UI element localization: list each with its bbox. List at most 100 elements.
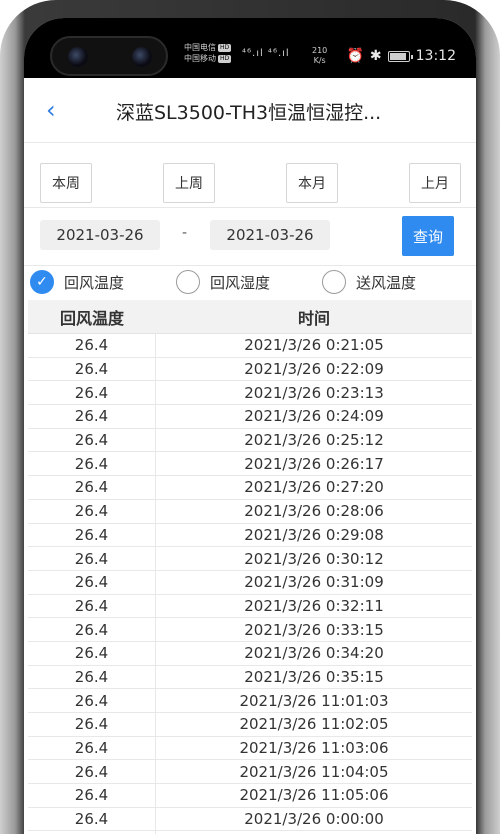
cell-time: 2021/3/26 0:30:12 (244, 549, 384, 568)
table-row: 26.4 2021/3/26 0:32:11 (28, 594, 472, 619)
cell-value: 26.4 (28, 665, 156, 689)
this-month-button[interactable]: 本月 (286, 163, 338, 203)
table-row: 26.4 2021/3/26 0:00:00 (28, 807, 472, 832)
cell-value: 26.4 (28, 570, 156, 594)
hd-badge: HD (218, 43, 232, 52)
cell-value: 26.4 (28, 594, 156, 618)
option-supply-air-temp[interactable]: 送风温度 (322, 270, 416, 294)
cell-value: 26.4 (28, 428, 156, 452)
period-selector: 本周 上周 本月 上月 (24, 142, 476, 208)
option-return-air-temp[interactable]: ✓ 回风温度 (30, 270, 124, 294)
data-table: 回风温度 时间 26.4 2021/3/26 0:21:05 26.4 2021/3/… (28, 300, 472, 834)
status-right: ⏰ ✱ 13:12 (346, 48, 456, 64)
cell-value: 26.4 (28, 784, 156, 807)
option-return-air-humidity[interactable]: 回风湿度 (176, 270, 270, 294)
this-week-button[interactable]: 本周 (40, 163, 92, 203)
cell-value: 26.4 (28, 760, 156, 784)
parameter-options: ✓ 回风温度 回风湿度 送风温度 (24, 266, 476, 300)
status-bar: 中国电信 HD 中国移动 HD ⁴⁶.ıl ⁴⁶.ıl 210 K/s ⏰ ✱ 13… (24, 18, 476, 78)
table-row: 26.4 2021/3/26 0:29:08 (28, 523, 472, 548)
table-row: 26.4 2021/3/26 0:26:17 (28, 452, 472, 477)
cell-value: 26.4 (28, 807, 156, 831)
option-label: 回风温度 (64, 273, 125, 292)
cell-time: 2021/3/26 0:21:05 (244, 336, 384, 355)
table-row: 26.4 2021/3/26 0:24:09 (28, 405, 472, 429)
date-range: 2021-03-26 - 2021-03-26 查询 (24, 208, 476, 266)
alarm-icon: ⏰ (346, 48, 364, 64)
cell-value: 26.4 (28, 618, 156, 641)
cell-time: 2021/3/26 0:22:09 (244, 360, 384, 379)
table-header: 回风温度 时间 (28, 300, 472, 334)
last-week-button[interactable]: 上周 (163, 163, 215, 203)
camera-lens-icon (68, 47, 88, 67)
query-button[interactable]: 查询 (402, 216, 454, 256)
camera-lens-icon (132, 47, 152, 67)
cell-time: 2021/3/26 0:25:12 (244, 431, 384, 450)
cell-time: 2021/3/26 0:24:09 (244, 407, 384, 426)
cell-time: 2021/3/26 0:26:17 (244, 454, 384, 473)
page-title: 深蓝SL3500-TH3恒温恒湿控... (116, 102, 382, 124)
start-date-field[interactable]: 2021-03-26 (40, 220, 160, 250)
table-row: 26.4 2021/3/26 0:23:13 (28, 381, 472, 406)
table-row: 26.4 2021/3/26 0:28:06 (28, 499, 472, 524)
radio-icon[interactable] (176, 270, 200, 294)
cell-value: 26.4 (28, 523, 156, 547)
check-icon[interactable]: ✓ (30, 270, 54, 294)
cell-time: 2021/3/26 0:23:13 (244, 383, 384, 402)
carrier-name: 中国移动 (184, 54, 216, 63)
table-row: 26.4 2021/3/26 0:34:20 (28, 641, 472, 666)
cell-value: 26.4 (28, 476, 156, 499)
carrier-name: 中国电信 (184, 43, 216, 52)
table-row: 26.4 2021/3/26 11:05:06 (28, 784, 472, 808)
table-row: 26.4 2021/3/26 0:25:12 (28, 428, 472, 453)
cell-value: 26.4 (28, 405, 156, 428)
cell-value: 26.4 (28, 713, 156, 736)
cell-value: 26.4 (28, 547, 156, 570)
cell-time: 2021/3/26 0:28:06 (244, 502, 384, 521)
cell-time: 2021/3/26 11:03:06 (239, 739, 389, 758)
cell-time: 2021/3/26 11:02:05 (239, 715, 389, 734)
option-label: 送风温度 (356, 273, 417, 292)
cell-value: 26.4 (28, 357, 156, 381)
battery-icon (387, 50, 413, 62)
cell-time: 2021/3/26 11:04:05 (239, 762, 389, 781)
radio-icon[interactable] (322, 270, 346, 294)
date-separator: - (182, 225, 188, 241)
table-body: 26.4 2021/3/26 0:21:05 26.4 2021/3/26 0:22:… (28, 334, 472, 834)
cell-value: 26.4 (28, 641, 156, 665)
table-row: 26.4 2021/3/26 11:04:05 (28, 760, 472, 785)
table-row: 26.4 2021/3/26 0:31:09 (28, 570, 472, 595)
end-date-field[interactable]: 2021-03-26 (210, 220, 330, 250)
cell-time: 2021/3/26 0:33:15 (244, 620, 384, 639)
cell-value: 26.4 (28, 499, 156, 523)
column-header-time: 时间 (297, 308, 330, 328)
front-camera (50, 36, 168, 76)
battery-fill (389, 52, 406, 60)
clock: 13:12 (415, 48, 456, 64)
cell-time: 2021/3/26 0:00:00 (244, 810, 384, 829)
net-speed: 210 K/s (312, 46, 327, 66)
cell-time: 2021/3/26 0:29:08 (244, 525, 384, 544)
table-row: 26.4 2021/3/26 0:30:12 (28, 547, 472, 571)
signal-icon: ⁴⁶.ıl ⁴⁶.ıl (242, 48, 290, 59)
table-row: 26.4 2021/3/26 0:35:15 (28, 665, 472, 690)
cell-time: 2021/3/26 0:35:15 (244, 667, 384, 686)
hd-badge: HD (218, 54, 232, 63)
table-row: 26.4 2021/3/26 0:27:20 (28, 476, 472, 500)
vibrate-icon: ✱ (369, 48, 382, 64)
table-row: 26.4 2021/3/26 11:02:05 (28, 713, 472, 737)
table-row: 26.4 2021/3/26 0:33:15 (28, 618, 472, 642)
table-row: 26.4 2021/3/26 0:21:05 (28, 334, 472, 358)
table-row: 26.4 2021/3/26 11:01:03 (28, 689, 472, 713)
cell-time: 2021/3/26 0:27:20 (244, 478, 384, 497)
net-speed-value: 210 (312, 46, 328, 55)
cell-value: 26.4 (28, 381, 156, 405)
app-bar: ‹ 深蓝SL3500-TH3恒温恒湿控... (24, 78, 476, 142)
last-month-button[interactable]: 上月 (409, 163, 461, 203)
phone-screen: 中国电信 HD 中国移动 HD ⁴⁶.ıl ⁴⁶.ıl 210 K/s ⏰ ✱ 13… (24, 18, 476, 834)
cell-time: 2021/3/26 0:34:20 (244, 644, 384, 663)
cell-time: 2021/3/26 11:01:03 (239, 691, 389, 710)
carrier-info: 中国电信 HD 中国移动 HD (184, 42, 232, 64)
chevron-left-icon[interactable]: ‹ (46, 98, 68, 122)
cell-time: 2021/3/26 0:32:11 (244, 596, 384, 615)
